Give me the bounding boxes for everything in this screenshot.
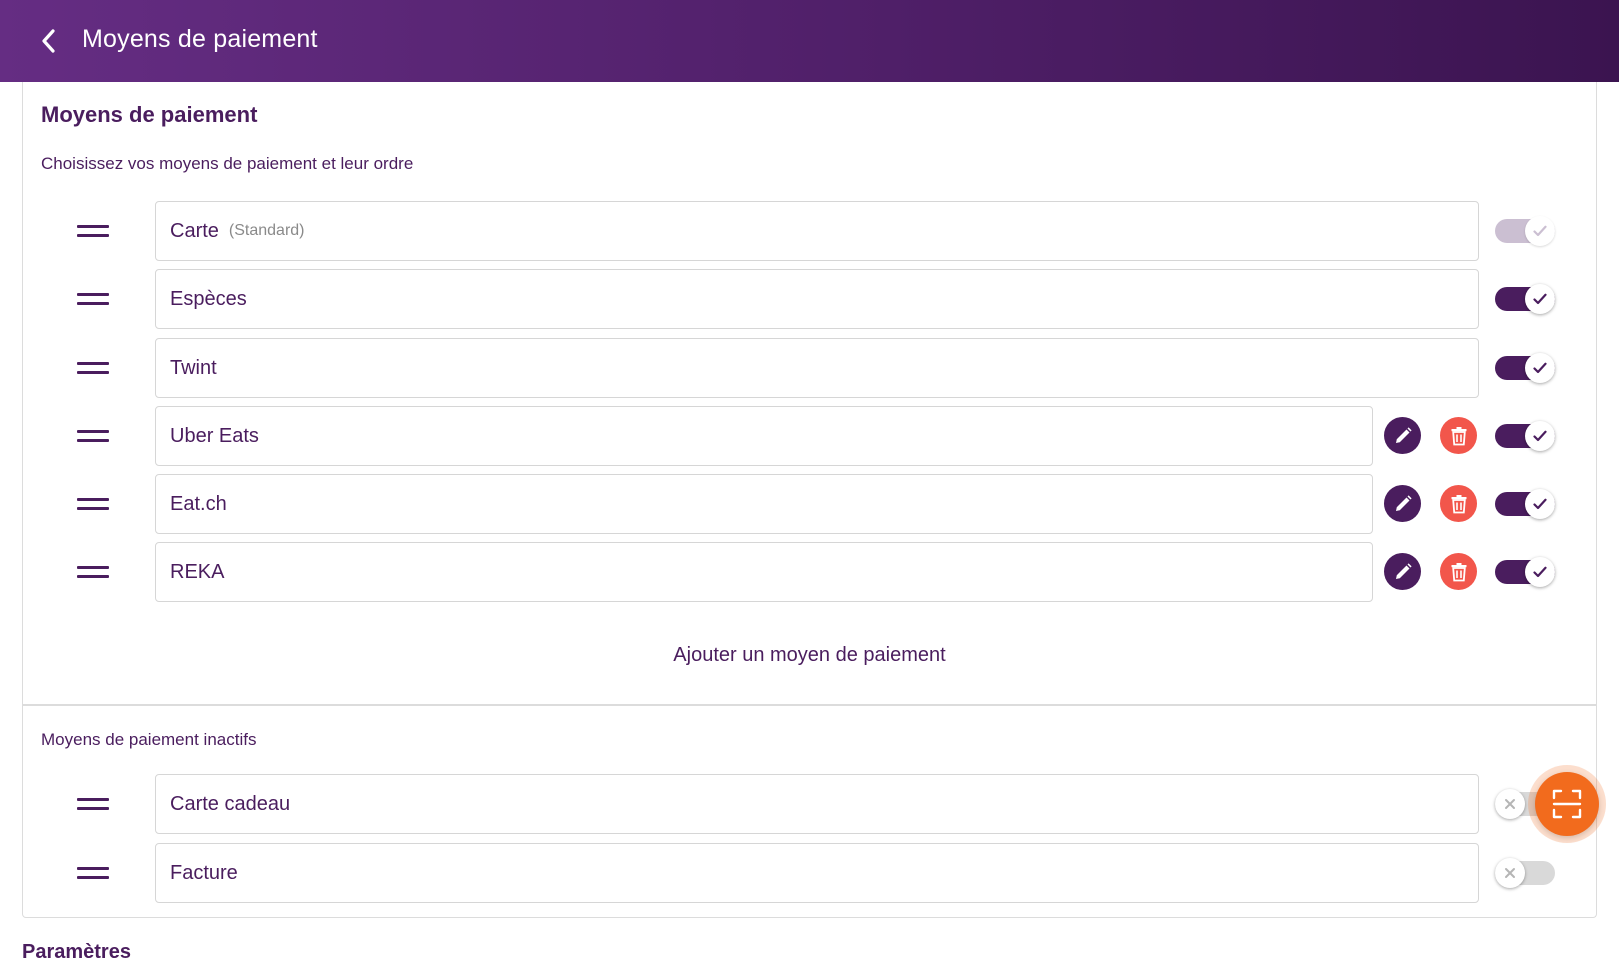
check-icon [1533,566,1547,578]
toggle-carte [1495,216,1555,246]
pencil-icon [1395,494,1412,511]
payment-field[interactable]: Espèces [155,269,1479,329]
payment-row-facture: Facture [0,843,1619,903]
check-icon [1533,293,1547,305]
delete-button[interactable] [1440,417,1477,454]
drag-handle-icon[interactable] [77,223,109,239]
drag-handle-icon[interactable] [77,428,109,444]
default-note: (Standard) [228,222,305,239]
payment-name: REKA [170,560,225,583]
payment-field[interactable]: Carte (Standard) [155,201,1479,261]
payment-field[interactable]: REKA [155,542,1373,602]
close-icon [1505,799,1515,809]
payment-field[interactable]: Eat.ch [155,474,1373,534]
payment-name: Uber Eats [170,424,259,447]
delete-button[interactable] [1440,553,1477,590]
trash-icon [1451,426,1466,445]
toggle-twint[interactable] [1495,353,1555,383]
app-header: Moyens de paiement [0,0,1619,82]
payment-name: Carte cadeau [170,792,291,815]
payment-name: Espèces [170,287,247,310]
drag-handle-icon[interactable] [77,796,109,812]
check-icon [1533,430,1547,442]
section-divider [22,704,1597,706]
payment-row-eat-ch: Eat.ch [0,474,1619,534]
toggle-especes[interactable] [1495,284,1555,314]
add-payment-method-link[interactable]: Ajouter un moyen de paiement [0,644,1619,667]
payment-name: Twint [170,356,217,379]
section-title: Moyens de paiement [41,102,258,127]
edit-button[interactable] [1384,485,1421,522]
page-title: Moyens de paiement [82,25,318,53]
toggle-uber-eats[interactable] [1495,421,1555,451]
check-icon [1533,362,1547,374]
payment-field[interactable]: Twint [155,338,1479,398]
payment-field[interactable]: Facture [155,843,1479,903]
payment-row-especes: Espèces [0,269,1619,329]
toggle-reka[interactable] [1495,557,1555,587]
add-payment-method-label: Ajouter un moyen de paiement [673,644,946,666]
drag-handle-icon[interactable] [77,291,109,307]
check-icon [1533,225,1547,237]
pencil-icon [1395,562,1412,579]
scan-button[interactable] [1535,772,1599,836]
inactive-section-title: Moyens de paiement inactifs [41,730,257,749]
trash-icon [1451,494,1466,513]
scan-icon [1552,789,1582,819]
payment-field[interactable]: Uber Eats [155,406,1373,466]
section-subtitle: Choisissez vos moyens de paiement et leu… [41,154,414,173]
drag-handle-icon[interactable] [77,865,109,881]
payment-row-uber-eats: Uber Eats [0,406,1619,466]
parameters-section-title: Paramètres [22,941,131,963]
payment-field[interactable]: Carte cadeau [155,774,1479,834]
drag-handle-icon[interactable] [77,360,109,376]
payment-row-carte-cadeau: Carte cadeau [0,774,1619,834]
payment-row-reka: REKA [0,542,1619,602]
edit-button[interactable] [1384,417,1421,454]
drag-handle-icon[interactable] [77,564,109,580]
chevron-left-icon [42,29,55,53]
close-icon [1505,868,1515,878]
delete-button[interactable] [1440,485,1477,522]
payment-name: Eat.ch [170,492,227,515]
trash-icon [1451,562,1466,581]
toggle-facture[interactable] [1495,858,1555,888]
back-button[interactable] [30,22,66,60]
toggle-eat-ch[interactable] [1495,489,1555,519]
payment-row-twint: Twint [0,338,1619,398]
payment-row-carte: Carte (Standard) [0,201,1619,261]
drag-handle-icon[interactable] [77,496,109,512]
payment-name: Carte [170,219,219,242]
edit-button[interactable] [1384,553,1421,590]
check-icon [1533,498,1547,510]
payment-name: Facture [170,861,238,884]
pencil-icon [1395,426,1412,443]
